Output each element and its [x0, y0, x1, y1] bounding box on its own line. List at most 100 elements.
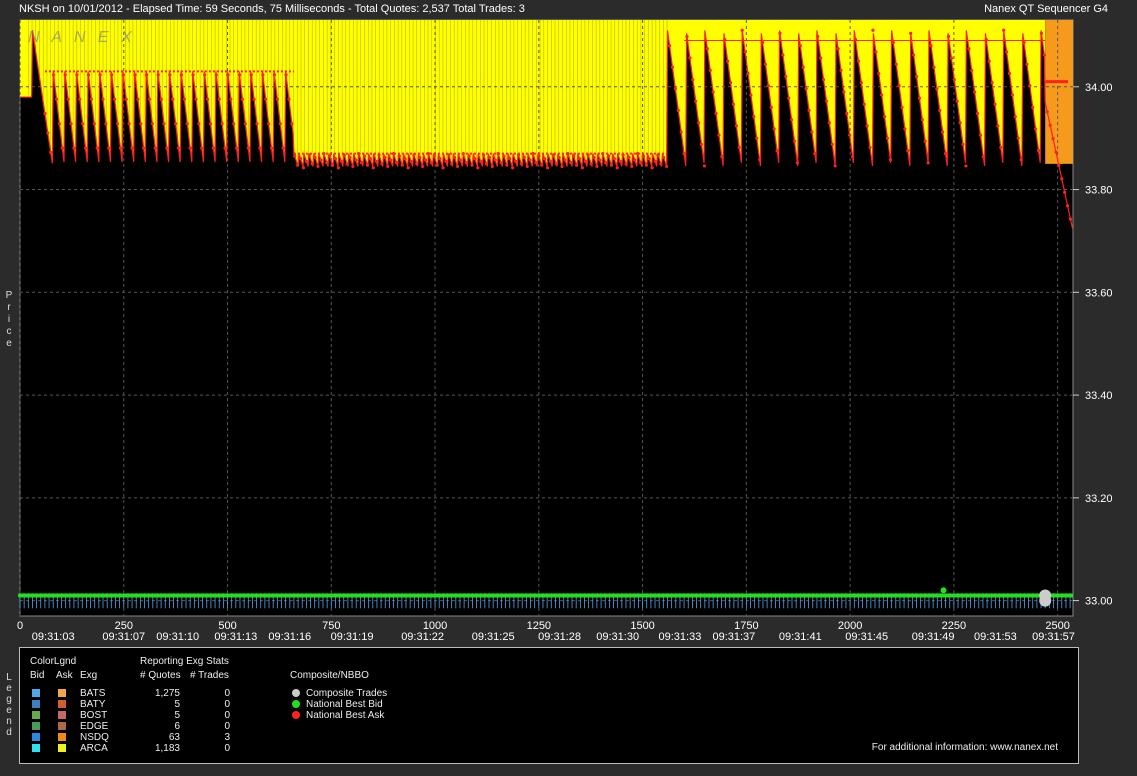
bid-point: [752, 593, 757, 598]
bid-point: [457, 593, 463, 598]
ask-point: [554, 162, 558, 166]
footer-link[interactable]: For additional information: www.nanex.ne…: [872, 742, 1058, 753]
ask-point: [368, 157, 372, 161]
bid-point: [1063, 593, 1069, 598]
bid-point: [760, 593, 766, 598]
ask-point: [136, 97, 140, 101]
ask-point: [156, 73, 160, 77]
bid-point: [773, 593, 778, 598]
bid-point: [694, 593, 699, 598]
ask-point: [1060, 177, 1064, 181]
ask-point: [781, 53, 785, 57]
ask-point: [52, 73, 56, 77]
ask-point: [150, 122, 155, 126]
ask-point: [880, 93, 884, 97]
ask-point: [267, 122, 271, 126]
ask-point: [1068, 217, 1073, 221]
bid-point: [129, 593, 135, 598]
bid-point: [17, 593, 23, 598]
ask-point: [208, 122, 213, 126]
ask-point: [473, 157, 477, 161]
bid-point: [876, 593, 882, 598]
bid-point: [623, 593, 629, 598]
bid-point: [806, 593, 811, 598]
bid-point: [187, 593, 193, 598]
ask-point: [952, 78, 956, 82]
ask-point: [967, 47, 971, 51]
ask-point: [351, 164, 355, 169]
exchange-quotes: 6: [174, 721, 180, 732]
bid-point: [852, 593, 857, 598]
ask-point: [1007, 71, 1012, 76]
bid-point: [229, 593, 234, 598]
ask-point: [792, 139, 797, 143]
bid-point: [603, 593, 608, 598]
bid-point: [881, 593, 886, 598]
ask-point: [464, 160, 468, 165]
ask-point: [1025, 62, 1029, 66]
bid-point: [1059, 593, 1064, 598]
ask-point: [819, 56, 823, 60]
ask-point: [848, 133, 852, 137]
y-tick-label: 33.20: [1085, 493, 1113, 505]
bid-point: [536, 593, 542, 598]
x-time-label: 09:31:28: [538, 631, 581, 643]
bid-point: [520, 593, 525, 598]
bid-point: [30, 593, 35, 598]
ask-point: [66, 97, 70, 101]
ask-point: [246, 146, 250, 150]
ask-point: [673, 87, 677, 91]
bid-point: [241, 593, 247, 598]
bid-point: [723, 593, 728, 598]
ask-point: [1066, 204, 1070, 208]
ask-point: [746, 71, 750, 76]
ask-point: [333, 157, 338, 161]
ask-point: [1019, 158, 1023, 162]
ask-point: [272, 73, 277, 77]
ask-point: [232, 122, 236, 126]
ask-point: [441, 166, 445, 170]
bid-point: [951, 593, 957, 598]
bid-point: [55, 593, 60, 598]
ask-point: [592, 155, 596, 160]
bid-point: [997, 593, 1002, 598]
ask-swatch: [58, 744, 66, 752]
y-axis-label-char: P: [5, 290, 13, 301]
bid-point: [968, 593, 973, 598]
bid-point: [590, 593, 595, 598]
exchange-trades: 3: [224, 732, 230, 743]
ask-point: [917, 96, 922, 100]
ask-point: [943, 151, 948, 156]
bid-swatch: [32, 689, 40, 697]
exchange-name: BOST: [80, 710, 108, 721]
bid-point: [258, 593, 263, 598]
ask-point: [679, 130, 683, 134]
bid-point: [839, 593, 845, 598]
ask-point: [795, 161, 800, 165]
ask-point: [339, 159, 343, 163]
ask-point: [839, 68, 843, 72]
ask-point: [63, 73, 67, 77]
ask-point: [784, 74, 788, 79]
exchange-trades: 0: [224, 743, 230, 754]
ask-point: [69, 122, 73, 126]
bid-point: [777, 593, 782, 598]
x-time-label: 09:31:03: [32, 631, 75, 643]
legend-side-label: Legend: [4, 672, 14, 738]
ask-point: [726, 59, 730, 63]
ask-point: [513, 159, 518, 163]
bid-point: [665, 593, 670, 598]
bid-point: [308, 593, 313, 598]
ask-point: [981, 155, 985, 159]
ask-point: [993, 102, 997, 106]
ask-point: [964, 164, 968, 168]
ask-point: [667, 44, 672, 48]
bid-point: [445, 593, 450, 598]
ask-point: [394, 160, 399, 165]
ask-point: [888, 158, 892, 162]
ask-point: [525, 164, 529, 169]
ask-point: [101, 97, 105, 101]
bid-point: [980, 593, 986, 598]
ask-point: [383, 155, 387, 160]
ask-point: [711, 90, 715, 94]
